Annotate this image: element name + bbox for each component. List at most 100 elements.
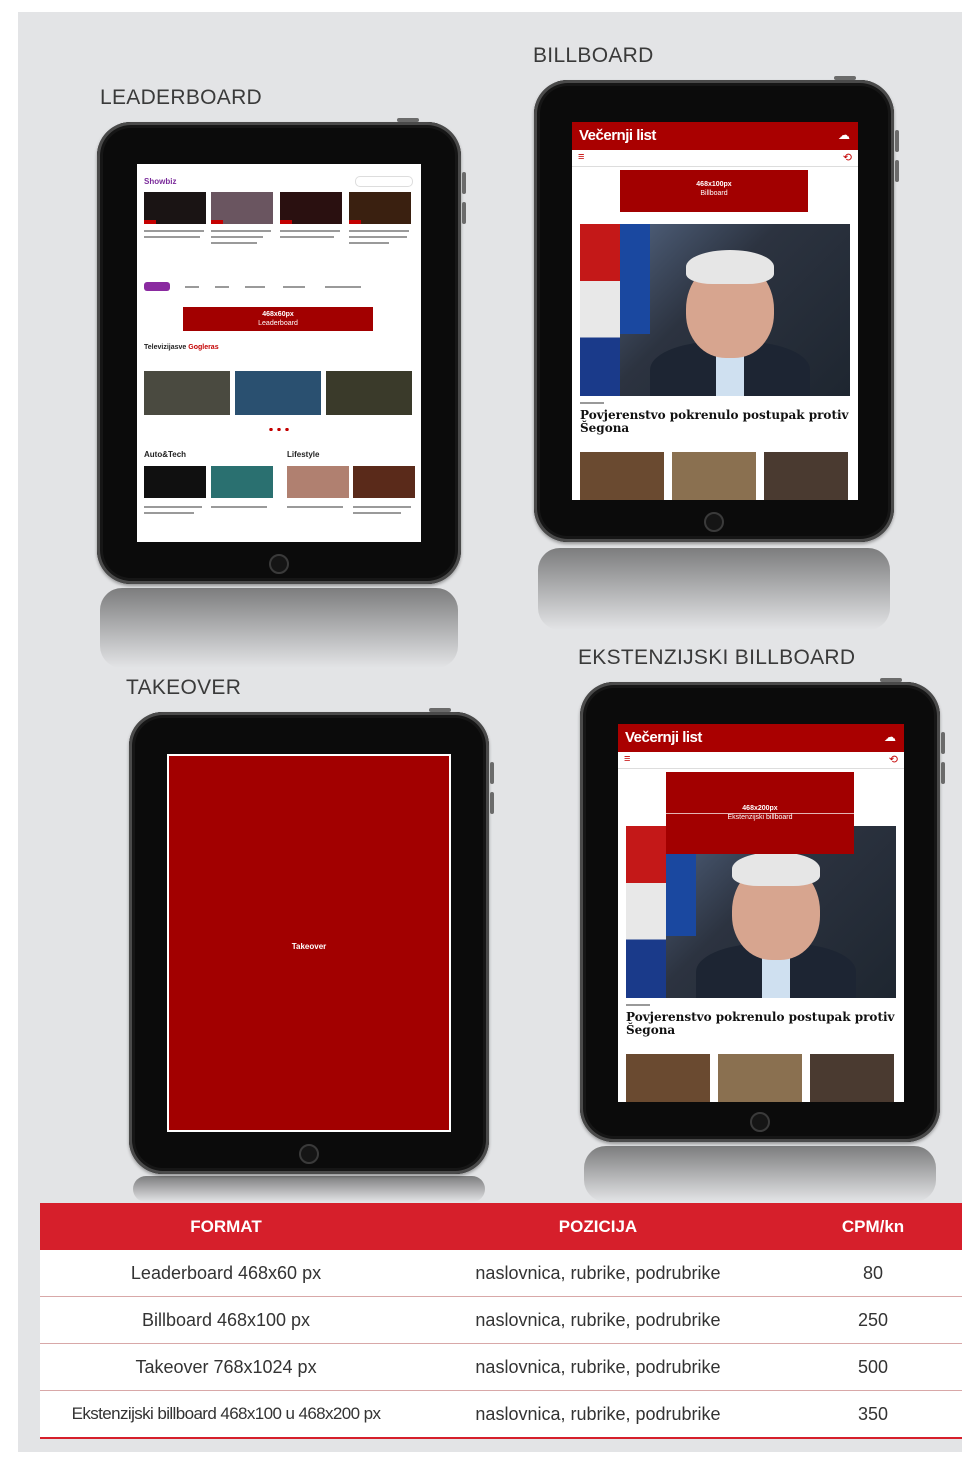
headline: Povjerenstvo pokrenulo postupak protiv Š… xyxy=(580,408,849,435)
ad-name-label: Leaderboard xyxy=(258,320,298,327)
nav-item xyxy=(245,286,265,288)
volume-button xyxy=(941,732,945,754)
column-header-cpm: CPM/kn xyxy=(784,1203,962,1250)
text-line xyxy=(144,236,200,238)
leaderboard-ad: 468x60px Leaderboard xyxy=(183,307,373,331)
table-header-row: FORMAT POZICIJA CPM/kn xyxy=(40,1203,962,1250)
tablet-reflection xyxy=(538,548,890,630)
text-line xyxy=(349,230,409,232)
column-header-format: FORMAT xyxy=(40,1203,412,1250)
site-logo: Večernji list xyxy=(579,127,656,144)
nav-item xyxy=(215,286,229,288)
section-accent: Gogleras xyxy=(188,344,219,351)
refresh-icon: ⟲ xyxy=(888,754,898,766)
heading-leaderboard: LEADERBOARD xyxy=(100,86,263,109)
thumbnail xyxy=(144,371,230,415)
nav-item xyxy=(325,286,361,288)
thumbnail xyxy=(287,466,349,498)
cloud-icon: ☁ xyxy=(884,730,896,744)
tablet-screen: Večernji list ☁ ≡ ⟲ 468x100px Billboard … xyxy=(572,122,858,500)
cell-format: Billboard 468x100 px xyxy=(40,1296,412,1344)
volume-button xyxy=(462,172,466,194)
text-line xyxy=(211,230,271,232)
thumbnail xyxy=(580,452,664,500)
section-title-autotech: Auto&Tech xyxy=(144,450,187,459)
home-button xyxy=(704,512,724,532)
table-row: Takeover 768x1024 px naslovnica, rubrike… xyxy=(40,1343,962,1391)
cell-format: Leaderboard 468x60 px xyxy=(40,1250,412,1297)
cell-format: Ekstenzijski billboard 468x100 u 468x200… xyxy=(40,1390,412,1439)
thumbnail xyxy=(326,371,412,415)
home-button xyxy=(269,554,289,574)
cell-pozicija: naslovnica, rubrike, podrubrike xyxy=(412,1250,784,1297)
ad-name-label: Ekstenzijski billboard xyxy=(727,814,793,821)
text-line xyxy=(349,236,407,238)
table-row: Ekstenzijski billboard 468x100 u 468x200… xyxy=(40,1390,962,1439)
nav-item xyxy=(283,286,305,288)
hair xyxy=(732,852,820,886)
text-line xyxy=(211,236,263,238)
sub-nav: ≡ ⟲ xyxy=(618,752,904,769)
cell-format: Takeover 768x1024 px xyxy=(40,1343,412,1391)
text-line xyxy=(349,242,389,244)
cell-cpm: 80 xyxy=(784,1250,962,1297)
menu-icon: ≡ xyxy=(624,753,631,765)
heading-takeover: TAKEOVER xyxy=(126,676,242,699)
text-line xyxy=(144,506,202,508)
flag xyxy=(626,826,666,998)
thumbnail xyxy=(718,1054,802,1102)
tablet-takeover: Takeover xyxy=(129,708,494,1174)
section-title-showbiz: Showbiz xyxy=(144,177,177,186)
thumbnail xyxy=(626,1054,710,1102)
home-button xyxy=(750,1112,770,1132)
cell-cpm: 250 xyxy=(784,1296,962,1344)
flag xyxy=(620,224,650,334)
thumbnail xyxy=(211,192,273,224)
flag xyxy=(580,224,620,396)
search-box xyxy=(355,176,413,187)
headline: Povjerenstvo pokrenulo postupak protiv Š… xyxy=(626,1010,895,1037)
text-line xyxy=(287,506,343,508)
thumbnail xyxy=(810,1054,894,1102)
ad-name-label: Takeover xyxy=(291,942,327,951)
tablet-billboard: Večernji list ☁ ≡ ⟲ 468x100px Billboard … xyxy=(534,76,899,542)
thumbnail xyxy=(280,192,342,224)
tablet-reflection xyxy=(100,588,458,668)
heading-billboard: BILLBOARD xyxy=(533,44,654,67)
section-title-tv: Televizijasve Gogleras xyxy=(144,344,219,351)
tablet-reflection xyxy=(133,1176,485,1202)
ad-size-label: 468x100px xyxy=(696,181,732,188)
cell-pozicija: naslovnica, rubrike, podrubrike xyxy=(412,1296,784,1344)
cell-cpm: 350 xyxy=(784,1390,962,1439)
headline-kicker xyxy=(580,402,604,404)
text-line xyxy=(144,512,194,514)
power-button xyxy=(834,76,856,80)
heading-ekstenzijski-billboard: EKSTENZIJSKI BILLBOARD xyxy=(578,646,856,669)
text-line xyxy=(144,230,204,232)
volume-button xyxy=(895,160,899,182)
thumbnail xyxy=(349,192,411,224)
cell-pozicija: naslovnica, rubrike, podrubrike xyxy=(412,1343,784,1391)
text-line xyxy=(280,236,334,238)
takeover-ad: Takeover xyxy=(169,756,449,1130)
ad-divider xyxy=(666,813,854,814)
ad-name-label: Billboard xyxy=(700,190,728,197)
billboard-ad: 468x100px Billboard xyxy=(620,170,808,212)
tablet-screen: Showbiz 468x60px Leaderboard Televizijas… xyxy=(137,164,421,542)
thumbnail xyxy=(353,466,415,498)
tablet-leaderboard: Showbiz 468x60px Leaderboard Televizijas… xyxy=(97,118,466,584)
section-title-lifestyle: Lifestyle xyxy=(287,450,320,459)
site-header: Večernji list ☁ xyxy=(572,122,858,150)
carousel-dots xyxy=(267,428,291,431)
nav-item xyxy=(185,286,199,288)
power-button xyxy=(429,708,451,712)
tablet-screen: Takeover xyxy=(167,754,451,1132)
text-line xyxy=(353,512,401,514)
thumbnail xyxy=(211,466,273,498)
volume-button xyxy=(895,130,899,152)
hair xyxy=(686,250,774,284)
thumbnail xyxy=(144,192,206,224)
thumbnail xyxy=(672,452,756,500)
volume-button xyxy=(941,762,945,784)
cloud-icon: ☁ xyxy=(838,128,850,142)
